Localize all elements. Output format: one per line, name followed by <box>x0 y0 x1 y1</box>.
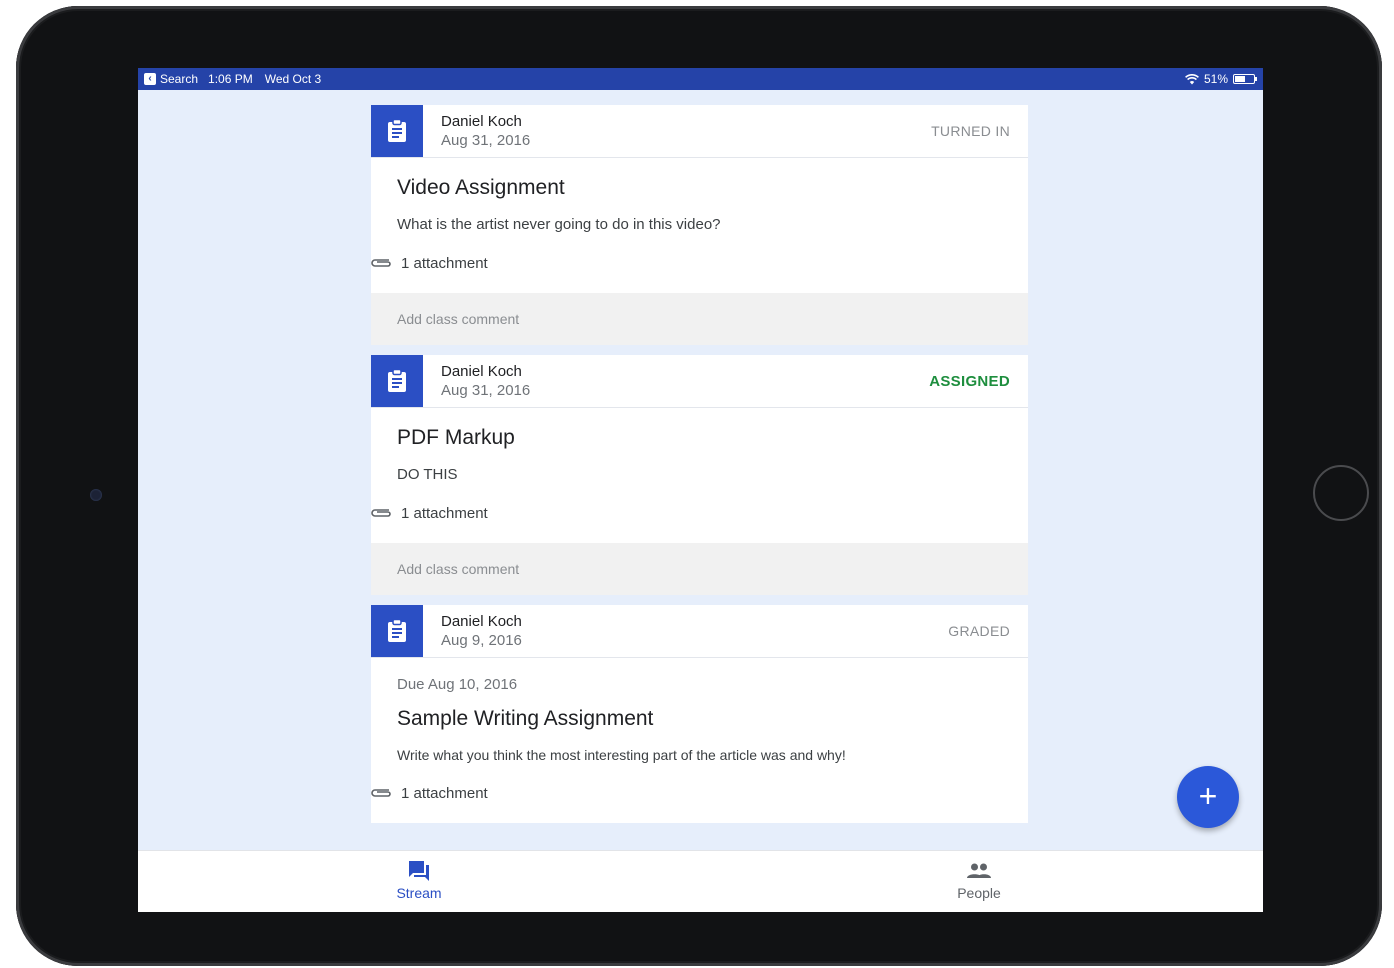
add-class-comment[interactable]: Add class comment <box>371 293 1028 345</box>
card-header: Daniel Koch Aug 31, 2016 TURNED IN <box>371 105 1028 158</box>
assignment-title[interactable]: Sample Writing Assignment <box>397 707 1002 731</box>
wifi-icon <box>1185 73 1199 84</box>
post-date: Aug 9, 2016 <box>441 632 522 649</box>
status-badge: GRADED <box>948 623 1010 639</box>
tab-stream-label: Stream <box>396 885 442 901</box>
card-header: Daniel Koch Aug 9, 2016 GRADED <box>371 605 1028 658</box>
home-button[interactable] <box>1313 465 1369 521</box>
attachment-count: 1 attachment <box>401 254 488 272</box>
back-to-app[interactable]: ‹ Search 1:06 PM Wed Oct 3 <box>138 72 321 86</box>
people-icon <box>967 863 991 878</box>
assignment-description: Write what you think the most interestin… <box>397 747 846 763</box>
assignment-card[interactable]: Daniel Koch Aug 9, 2016 GRADED Due Aug 1… <box>371 605 1028 823</box>
paperclip-icon <box>371 789 391 797</box>
paperclip-icon <box>371 509 391 517</box>
battery-percent: 51% <box>1203 72 1228 86</box>
assignment-card[interactable]: Daniel Koch Aug 31, 2016 TURNED IN Video… <box>371 105 1028 345</box>
status-badge: ASSIGNED <box>929 373 1010 390</box>
add-class-comment[interactable]: Add class comment <box>371 543 1028 595</box>
attachment-link[interactable]: 1 attachment <box>369 253 1002 273</box>
due-date: Due Aug 10, 2016 <box>397 676 518 693</box>
author-name: Daniel Koch <box>441 363 522 380</box>
back-arrow-icon: ‹ <box>144 73 156 85</box>
card-header: Daniel Koch Aug 31, 2016 ASSIGNED <box>371 355 1028 408</box>
status-bar: ‹ Search 1:06 PM Wed Oct 3 51% <box>138 68 1263 90</box>
attachment-link[interactable]: 1 attachment <box>369 503 1002 523</box>
status-date: Wed Oct 3 <box>264 72 322 86</box>
attachment-link[interactable]: 1 attachment <box>369 783 1002 803</box>
assignment-description: What is the artist never going to do in … <box>397 216 721 233</box>
assignment-icon <box>371 355 423 407</box>
assignment-title[interactable]: Video Assignment <box>397 176 1002 200</box>
add-button[interactable]: + <box>1177 766 1239 828</box>
assignment-card[interactable]: Daniel Koch Aug 31, 2016 ASSIGNED PDF Ma… <box>371 355 1028 595</box>
post-date: Aug 31, 2016 <box>441 132 531 149</box>
stream-icon <box>409 861 429 881</box>
author-name: Daniel Koch <box>441 113 522 130</box>
app-screen: ‹ Search 1:06 PM Wed Oct 3 51% Daniel Ko <box>138 68 1263 912</box>
battery-icon <box>1233 74 1257 84</box>
status-badge: TURNED IN <box>931 123 1010 139</box>
assignment-title[interactable]: PDF Markup <box>397 426 1002 450</box>
tab-people-label: People <box>957 885 1001 901</box>
assignment-icon <box>371 105 423 157</box>
stream-feed[interactable]: Daniel Koch Aug 31, 2016 TURNED IN Video… <box>371 105 1028 833</box>
paperclip-icon <box>371 259 391 267</box>
front-camera <box>90 489 102 501</box>
tab-people[interactable]: People <box>919 859 1039 901</box>
author-name: Daniel Koch <box>441 613 522 630</box>
status-time: 1:06 PM <box>208 72 253 86</box>
assignment-description: DO THIS <box>397 466 458 483</box>
assignment-icon <box>371 605 423 657</box>
status-right: 51% <box>1185 68 1257 90</box>
bottom-navigation: Stream People <box>138 850 1263 912</box>
post-date: Aug 31, 2016 <box>441 382 531 399</box>
tab-stream[interactable]: Stream <box>359 859 479 901</box>
attachment-count: 1 attachment <box>401 504 488 522</box>
back-app-label: Search <box>160 72 199 86</box>
attachment-count: 1 attachment <box>401 784 488 802</box>
